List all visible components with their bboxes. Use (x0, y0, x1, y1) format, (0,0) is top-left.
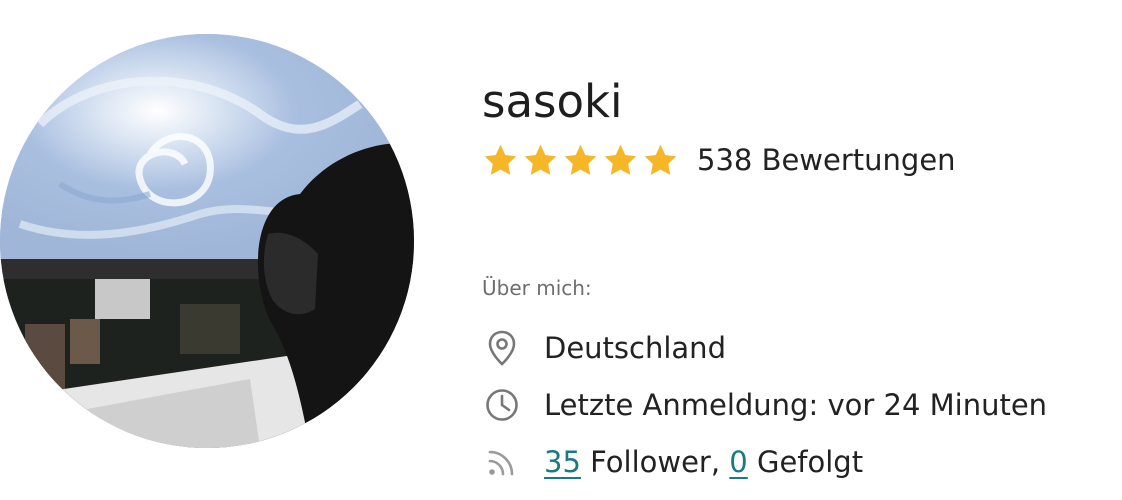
location-row: Deutschland (482, 328, 726, 368)
star-icon (524, 144, 557, 175)
location-pin-icon (488, 330, 516, 366)
profile-photo (0, 34, 414, 448)
avatar (0, 34, 414, 448)
location-text: Deutschland (544, 331, 726, 365)
rating-count[interactable]: 538 Bewertungen (697, 140, 956, 180)
clock-icon (486, 389, 518, 421)
last-login-text: Letzte Anmeldung: vor 24 Minuten (544, 388, 1048, 422)
star-icon (644, 144, 677, 175)
followers-count-link[interactable]: 35 (544, 442, 581, 482)
follow-row: 35 Follower, 0 Gefolgt (482, 442, 863, 482)
following-label: Gefolgt (756, 445, 864, 479)
rss-icon (488, 450, 514, 476)
about-label: Über mich: (482, 276, 592, 300)
star-rating (482, 142, 679, 179)
star-icon (604, 144, 637, 175)
star-icon (484, 144, 517, 175)
last-login-row: Letzte Anmeldung: vor 24 Minuten (482, 385, 1047, 425)
following-count-link[interactable]: 0 (729, 442, 747, 482)
username: sasoki (482, 75, 623, 128)
star-icon (564, 144, 597, 175)
followers-label: Follower, (590, 445, 721, 479)
rating[interactable]: 538 Bewertungen (482, 140, 956, 180)
